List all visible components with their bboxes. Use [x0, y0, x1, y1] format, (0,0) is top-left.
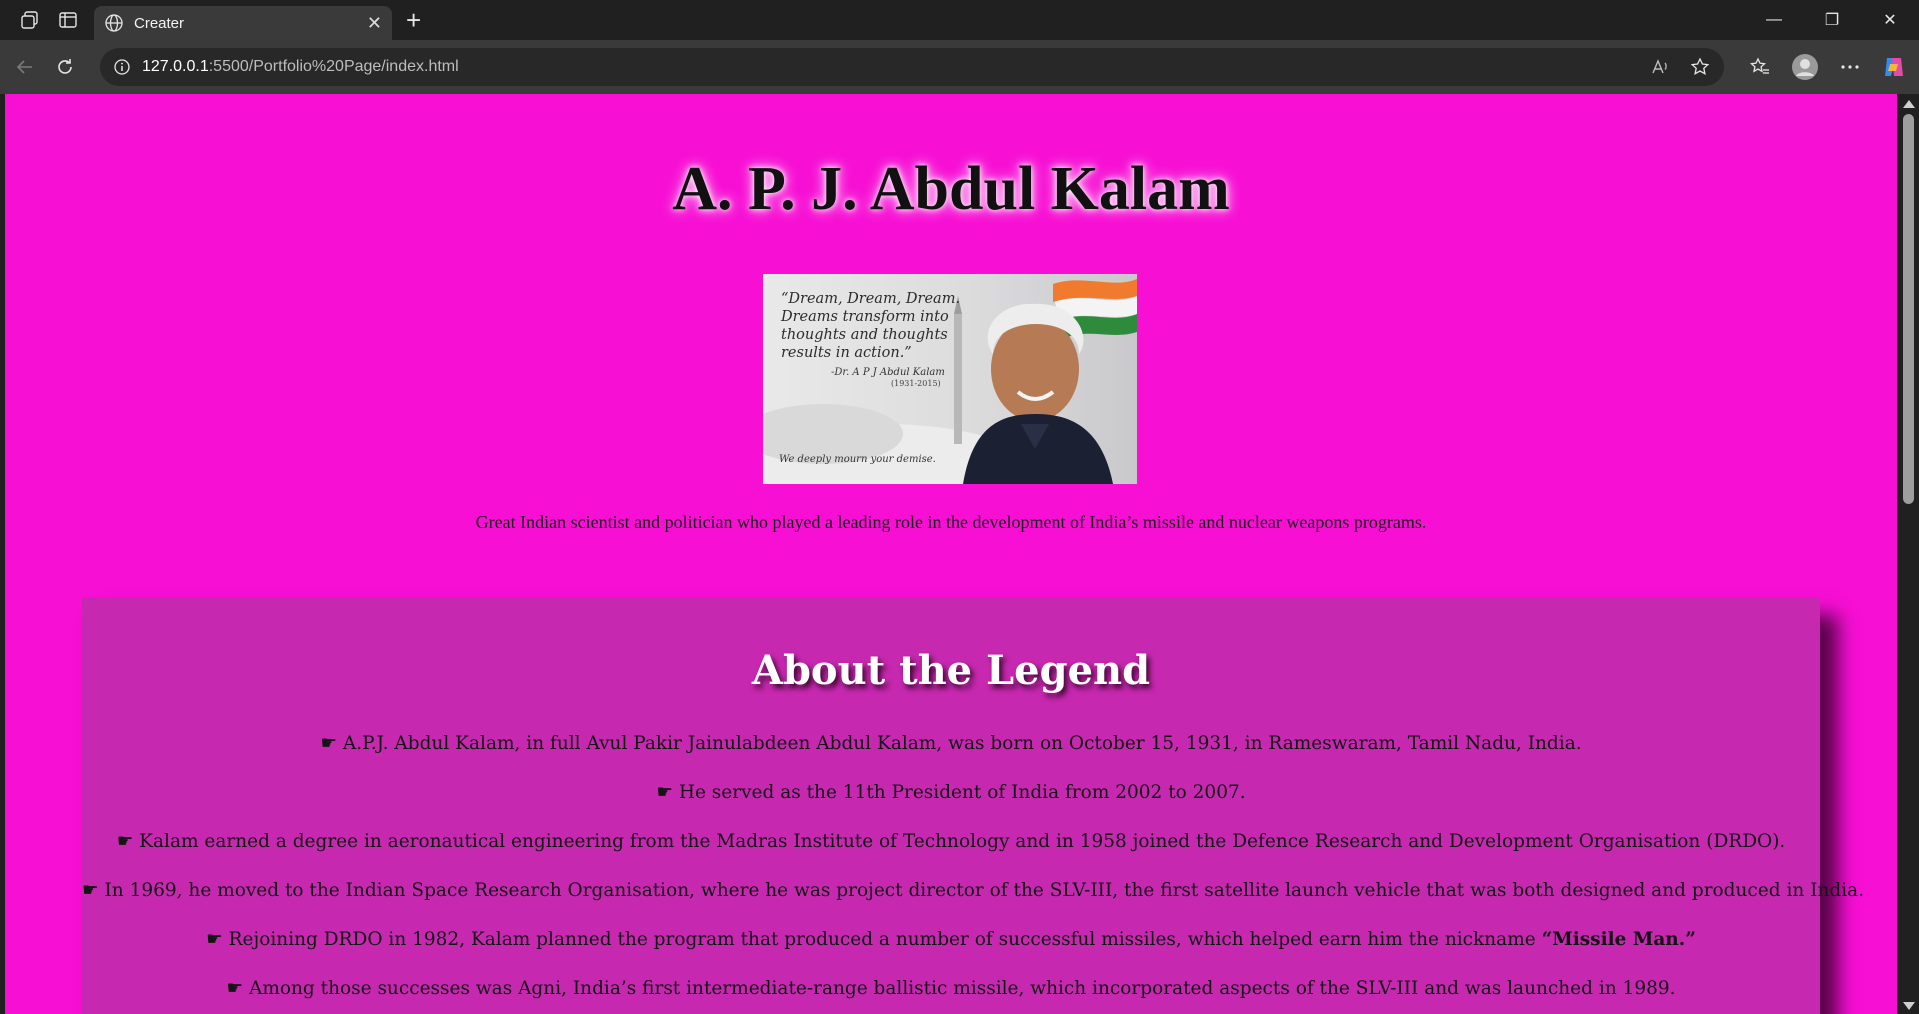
close-window-button[interactable]: ✕ — [1861, 0, 1919, 40]
fact-item: ☛ Among those successes was Agni, India’… — [226, 978, 1676, 999]
page-viewport: A. P. J. Abdul Kalam “Dream, Dream, Drea… — [5, 94, 1897, 1014]
bullet-hand-icon: ☛ — [206, 929, 223, 950]
tab-bar: Creater ✕ + — ❐ ✕ — [0, 0, 1919, 40]
fact-item: ☛ Rejoining DRDO in 1982, Kalam planned … — [206, 929, 1696, 950]
portrait-years: (1931-2015) — [891, 379, 941, 388]
profile-avatar-icon[interactable] — [1791, 53, 1819, 81]
about-title: About the Legend — [751, 647, 1151, 694]
nickname-highlight: “Missile Man.” — [1541, 929, 1696, 950]
fact-item: ☛ He served as the 11th President of Ind… — [656, 782, 1246, 803]
restore-button[interactable]: ❐ — [1803, 0, 1861, 40]
tab-active[interactable]: Creater ✕ — [94, 6, 392, 40]
page-title: A. P. J. Abdul Kalam — [672, 155, 1230, 223]
tab-close-icon[interactable]: ✕ — [367, 14, 382, 32]
url-path: :5500/Portfolio%20Page/index.html — [208, 58, 459, 75]
bullet-hand-icon: ☛ — [320, 733, 337, 754]
kalam-portrait-image: “Dream, Dream, Dream. Dreams transform i… — [763, 274, 1137, 484]
browser-toolbar: 127.0.0.1:5500/Portfolio%20Page/index.ht… — [0, 40, 1919, 94]
scroll-up-arrow-icon[interactable] — [1903, 100, 1915, 108]
portrait-quote: “Dream, Dream, Dream. Dreams transform i… — [781, 291, 961, 361]
url-host: 127.0.0.1 — [142, 58, 209, 75]
address-bar[interactable]: 127.0.0.1:5500/Portfolio%20Page/index.ht… — [100, 48, 1724, 86]
bullet-hand-icon: ☛ — [656, 782, 673, 803]
scroll-down-arrow-icon[interactable] — [1903, 1002, 1915, 1010]
minimize-button[interactable]: — — [1745, 0, 1803, 40]
new-tab-button[interactable]: + — [406, 5, 421, 36]
bullet-hand-icon: ☛ — [116, 831, 134, 852]
bullet-hand-icon: ☛ — [226, 978, 244, 999]
scroll-thumb[interactable] — [1903, 114, 1914, 504]
favorites-icon[interactable] — [1749, 56, 1771, 78]
vertical-tabs-icon[interactable] — [56, 8, 80, 32]
fact-item: ☛ In 1969, he moved to the Indian Space … — [82, 880, 1865, 901]
site-info-icon[interactable] — [114, 59, 130, 75]
tagline: Great Indian scientist and politician wh… — [475, 512, 1427, 532]
back-button[interactable] — [5, 47, 45, 87]
favorite-star-icon[interactable] — [1690, 57, 1710, 77]
bullet-hand-icon: ☛ — [82, 880, 99, 901]
fact-item: ☛ Kalam earned a degree in aeronautical … — [116, 831, 1786, 852]
more-options-icon[interactable] — [1839, 56, 1861, 78]
workspaces-icon[interactable] — [18, 8, 42, 32]
read-aloud-icon[interactable] — [1650, 57, 1670, 77]
fact-item: ☛ A.P.J. Abdul Kalam, in full Avul Pakir… — [320, 733, 1582, 754]
refresh-button[interactable] — [45, 47, 85, 87]
portrait-mourn-text: We deeply mourn your demise. — [779, 454, 936, 465]
copilot-icon[interactable] — [1881, 54, 1907, 80]
globe-icon — [104, 13, 124, 33]
portrait-attribution: -Dr. A P J Abdul Kalam — [831, 367, 945, 378]
about-section: About the Legend ☛ A.P.J. Abdul Kalam, i… — [82, 597, 1865, 1014]
tab-title: Creater — [134, 14, 185, 32]
page-scrollbar[interactable] — [1898, 94, 1919, 1014]
